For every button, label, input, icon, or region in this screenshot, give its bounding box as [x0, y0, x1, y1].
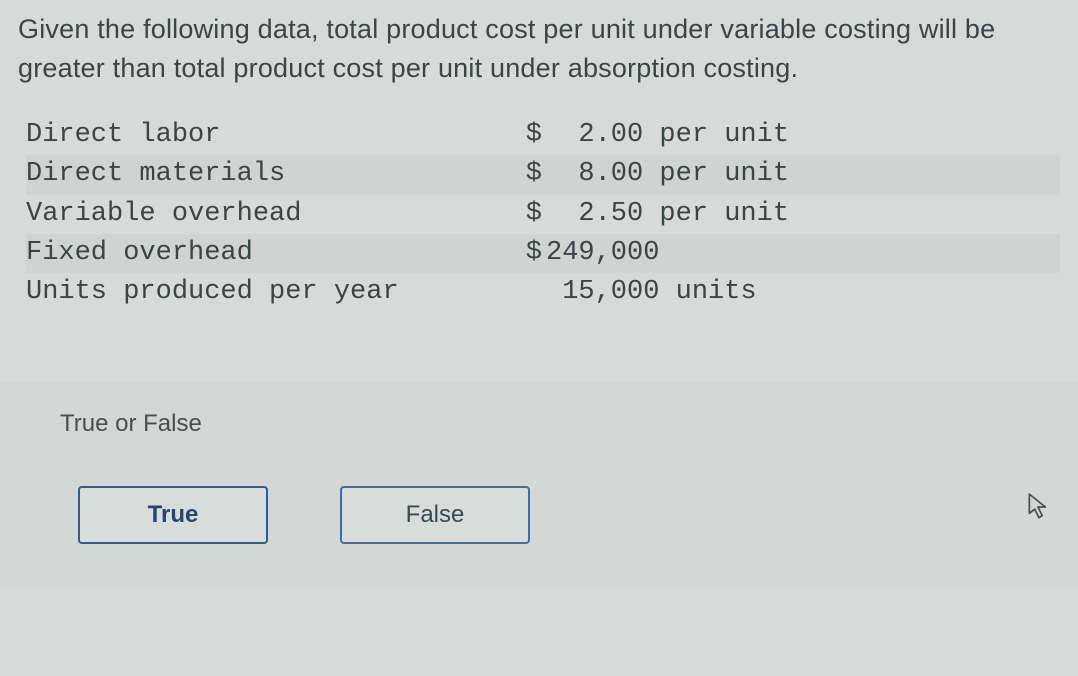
true-button[interactable]: True — [78, 486, 268, 544]
row-value: 2.00 per unit — [546, 116, 789, 155]
row-currency: $ — [506, 195, 546, 234]
false-button[interactable]: False — [340, 486, 530, 544]
button-row: True False — [78, 486, 1040, 544]
row-value: 15,000 units — [546, 273, 757, 312]
row-label: Direct labor — [26, 116, 506, 155]
row-label: Units produced per year — [26, 273, 506, 312]
table-row: Direct materials $ 8.00 per unit — [26, 155, 1060, 194]
row-value: 8.00 per unit — [546, 155, 789, 194]
prompt-label: True or False — [60, 410, 1040, 438]
row-currency — [506, 273, 546, 312]
row-currency: $ — [506, 234, 546, 273]
table-row: Direct labor $ 2.00 per unit — [26, 116, 1060, 155]
table-row: Fixed overhead $ 249,000 — [26, 234, 1060, 273]
row-label: Variable overhead — [26, 195, 506, 234]
row-currency: $ — [506, 116, 546, 155]
data-table: Direct labor $ 2.00 per unit Direct mate… — [26, 116, 1060, 312]
row-value: 249,000 — [546, 234, 659, 273]
row-label: Direct materials — [26, 155, 506, 194]
row-label: Fixed overhead — [26, 234, 506, 273]
question-text: Given the following data, total product … — [18, 10, 1060, 88]
row-currency: $ — [506, 155, 546, 194]
table-row: Variable overhead $ 2.50 per unit — [26, 195, 1060, 234]
table-row: Units produced per year 15,000 units — [26, 273, 1060, 312]
row-value: 2.50 per unit — [546, 195, 789, 234]
answer-block: True or False True False — [0, 382, 1078, 588]
